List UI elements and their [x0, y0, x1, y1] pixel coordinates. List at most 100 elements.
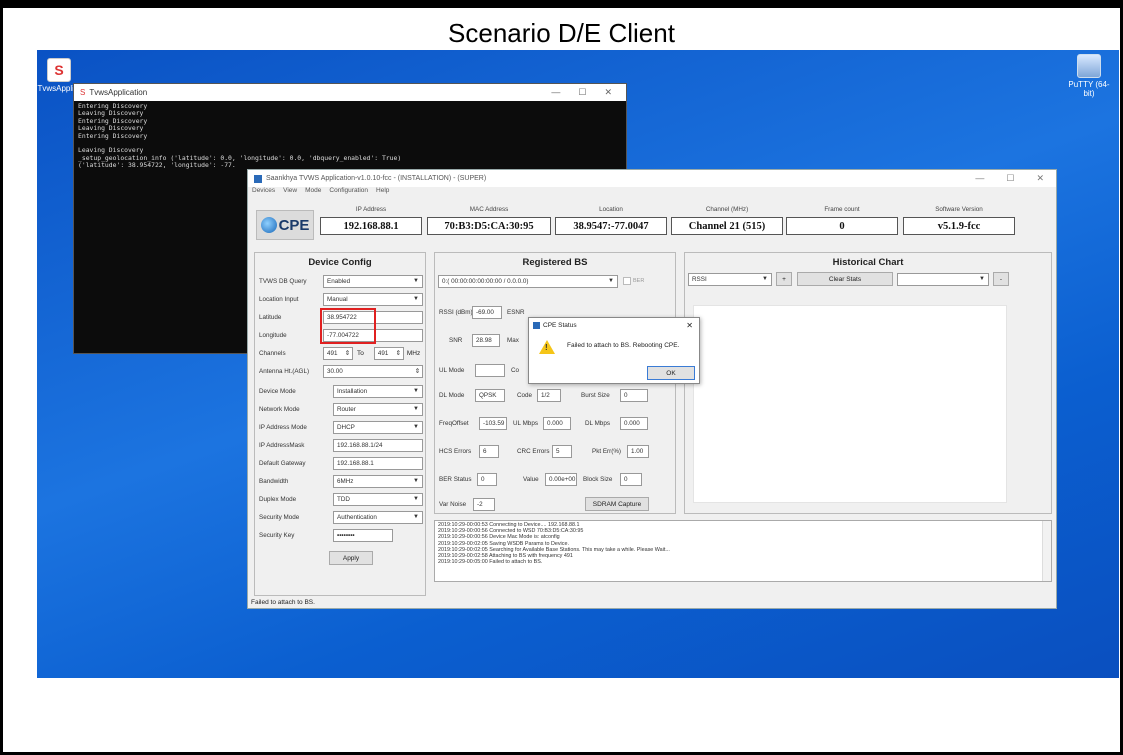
channel-from-spinner[interactable]: 491 ⇕ — [323, 347, 353, 360]
dropdown-arrow-icon: ▼ — [413, 514, 419, 520]
block-value: 0 — [620, 473, 642, 486]
co-label: Co — [511, 367, 520, 374]
minimize-icon[interactable]: — — [551, 87, 560, 98]
code-label: Code — [517, 392, 533, 399]
cpe-status-dialog: CPE Status ✕ ! Failed to attach to BS. R… — [528, 317, 700, 384]
ul-mbps-label: UL Mbps — [513, 420, 538, 427]
spinner-icon: ⇕ — [344, 350, 350, 357]
var-noise-label: Var Noise — [439, 501, 467, 508]
historical-chart-panel: Historical Chart RSSI ▼ + Clear Stats ▼ - — [684, 252, 1052, 514]
dropdown-arrow-icon: ▼ — [413, 424, 419, 430]
ul-mode-label: UL Mode — [439, 367, 465, 374]
app-titlebar[interactable]: Saankhya TVWS Application-v1.0.10-fcc - … — [248, 170, 1056, 187]
snr-value: 28.98 — [472, 334, 500, 347]
gateway-input[interactable]: 192.168.88.1 — [333, 457, 423, 470]
bandwidth-label: Bandwidth — [259, 478, 289, 485]
registered-bs-title: Registered BS — [522, 257, 588, 268]
dialog-ok-button[interactable]: OK — [647, 366, 695, 380]
security-mode-select[interactable]: Authentication ▼ — [333, 511, 423, 524]
ip-mode-select[interactable]: DHCP ▼ — [333, 421, 423, 434]
dialog-title: CPE Status — [543, 321, 577, 329]
device-mode-select[interactable]: Installation ▼ — [333, 385, 423, 398]
cpe-logo-text: CPE — [278, 216, 310, 234]
putty-desktop-icon[interactable]: PuTTY (64-bit) — [1067, 54, 1111, 98]
log-line: 2019:10:29-00:05:00 Failed to attach to … — [438, 559, 543, 566]
ip-mask-input[interactable]: 192.168.88.1/24 — [333, 439, 423, 452]
menu-mode[interactable]: Mode — [305, 187, 321, 199]
console-title: TvwsApplication — [89, 88, 148, 97]
app-title: Saankhya TVWS Application-v1.0.10-fcc - … — [266, 175, 487, 182]
add-series-button[interactable]: + — [776, 272, 792, 286]
dropdown-arrow-icon: ▼ — [413, 296, 419, 302]
location-input-select[interactable]: Manual ▼ — [323, 293, 423, 306]
rssi-value: -69.00 — [472, 306, 502, 319]
antenna-label: Antenna Ht.(AGL) — [259, 368, 310, 375]
device-mode-label: Device Mode — [259, 388, 296, 395]
globe-icon — [260, 217, 277, 233]
console-output: Entering Discovery Leaving Discovery Ent… — [78, 102, 402, 170]
tvws-app-window[interactable]: Saankhya TVWS Application-v1.0.10-fcc - … — [247, 169, 1057, 609]
maximize-icon[interactable]: ☐ — [578, 87, 586, 98]
block-label: Block Size — [583, 476, 613, 483]
remove-series-button[interactable]: - — [993, 272, 1009, 286]
header-location-label: Location — [599, 206, 623, 213]
menu-devices[interactable]: Devices — [252, 187, 275, 199]
antenna-spinner[interactable]: 30.00 ⇕ — [323, 365, 423, 378]
duplex-label: Duplex Mode — [259, 496, 297, 503]
dl-mode-value: QPSK — [475, 389, 505, 402]
log-scrollbar[interactable] — [1042, 521, 1051, 581]
header-software-value: v5.1.9-fcc — [903, 217, 1015, 235]
bandwidth-select[interactable]: 6MHz ▼ — [333, 475, 423, 488]
menu-help[interactable]: Help — [376, 187, 389, 199]
pkt-value: 1.00 — [627, 445, 649, 458]
hcs-label: HCS Errors — [439, 448, 472, 455]
security-key-input[interactable]: •••••••• — [333, 529, 393, 542]
header-ip-label: IP Address — [355, 206, 387, 213]
clear-stats-button[interactable]: Clear Stats — [797, 272, 893, 286]
tvws-db-query-select[interactable]: Enabled ▼ — [323, 275, 423, 288]
maximize-icon[interactable]: ☐ — [1006, 173, 1014, 184]
close-icon[interactable]: ✕ — [1036, 173, 1044, 184]
chart-series-select[interactable]: ▼ — [897, 273, 989, 286]
dl-mbps-label: DL Mbps — [585, 420, 610, 427]
esnr-label: ESNR — [507, 309, 525, 316]
dialog-app-icon — [533, 321, 540, 329]
dialog-close-icon[interactable]: ✕ — [686, 321, 699, 330]
console-titlebar[interactable]: S TvwsApplication — ☐ ✕ — [74, 84, 626, 101]
chart-metric-select[interactable]: RSSI ▼ — [688, 273, 772, 286]
putty-icon — [1077, 54, 1101, 78]
dropdown-arrow-icon: ▼ — [413, 496, 419, 502]
ul-mbps-value: 0.000 — [543, 417, 571, 430]
close-icon[interactable]: ✕ — [604, 87, 612, 98]
header-channel-label: Channel (MHz) — [705, 206, 749, 213]
sdram-capture-button[interactable]: SDRAM Capture — [585, 497, 649, 511]
dialog-message: Failed to attach to BS. Rebooting CPE. — [567, 342, 680, 349]
network-mode-label: Network Mode — [259, 406, 300, 413]
hcs-value: 6 — [479, 445, 499, 458]
menubar: Devices View Mode Configuration Help — [248, 187, 1056, 199]
device-config-panel: Device Config TVWS DB Query Enabled ▼ Loca… — [254, 252, 426, 596]
value-value: 0.00e+00 — [545, 473, 577, 486]
pkt-label: Pkt Err(%) — [592, 448, 622, 455]
header-frame-label: Frame count — [824, 206, 860, 213]
ber-status-label: BER Status — [439, 476, 472, 483]
header-software: Software Version v5.1.9-fcc — [903, 206, 1015, 235]
warning-icon: ! — [539, 340, 555, 354]
header-frame-value: 0 — [786, 217, 898, 235]
apply-button[interactable]: Apply — [329, 551, 373, 565]
rssi-label: RSSI (dBm) — [439, 309, 473, 316]
ber-checkbox[interactable]: BER — [623, 277, 644, 285]
channel-to-spinner[interactable]: 491 ⇕ — [373, 347, 404, 360]
cpe-logo: CPE — [256, 210, 314, 240]
gateway-label: Default Gateway — [259, 460, 306, 467]
duplex-select[interactable]: TDD ▼ — [333, 493, 423, 506]
bs-select[interactable]: 0:( 00:00:00:00:00:00 / 0.0.0.0) ▼ — [438, 275, 618, 288]
tvws-app-icon: S — [47, 58, 71, 82]
menu-view[interactable]: View — [283, 187, 297, 199]
menu-configuration[interactable]: Configuration — [329, 187, 368, 199]
crc-label: CRC Errors — [517, 448, 550, 455]
header-ip-value: 192.168.88.1 — [320, 217, 422, 235]
event-log[interactable]: 2019:10:29-00:00:53 Connecting to Device… — [434, 520, 1052, 582]
minimize-icon[interactable]: — — [975, 173, 984, 184]
network-mode-select[interactable]: Router ▼ — [333, 403, 423, 416]
